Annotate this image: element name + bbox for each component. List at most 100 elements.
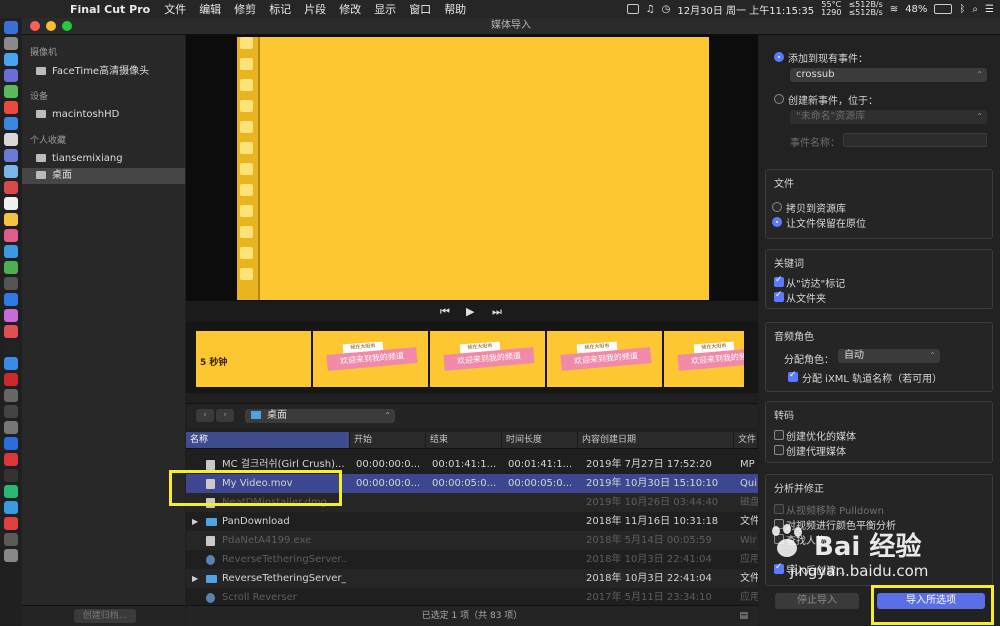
trash-icon[interactable]: [4, 549, 18, 562]
control-center-icon[interactable]: ☰: [985, 4, 994, 15]
battery-level[interactable]: 48%: [905, 4, 927, 15]
menu-trim[interactable]: 修剪: [234, 1, 256, 17]
existing-event-popup[interactable]: crossub ⌃: [790, 68, 987, 82]
dock-tv-icon[interactable]: [4, 341, 18, 354]
menu-help[interactable]: 帮助: [444, 1, 466, 17]
clock-icon[interactable]: ◷: [662, 4, 671, 15]
proxy-media-checkbox[interactable]: [774, 445, 784, 455]
dock-app-icon[interactable]: [4, 117, 18, 130]
close-icon[interactable]: [30, 21, 40, 31]
table-row[interactable]: PdaNetA4199.exe 2018年 5月14日 00:05:59 Wir: [186, 531, 758, 550]
forward-button[interactable]: ›: [216, 409, 234, 422]
dock-chrome-icon[interactable]: [4, 101, 18, 114]
dock-photos-icon[interactable]: [4, 229, 18, 242]
wifi-icon[interactable]: ≋: [890, 4, 898, 15]
leave-in-place-radio[interactable]: [772, 217, 782, 227]
display-icon[interactable]: [626, 4, 639, 14]
dock-android-icon[interactable]: [4, 85, 18, 98]
bluetooth-icon[interactable]: ᛒ: [959, 4, 965, 15]
menu-edit[interactable]: 编辑: [199, 1, 221, 17]
dock-terminal-icon[interactable]: [4, 405, 18, 418]
dock-vivaldi-icon[interactable]: [4, 373, 18, 386]
filmstrip-frame[interactable]: 5 秒钟: [196, 331, 313, 387]
dock-weibo-icon[interactable]: [4, 517, 18, 530]
from-folders-checkbox[interactable]: [774, 290, 784, 302]
dock-music-icon[interactable]: [4, 325, 18, 338]
column-file-type[interactable]: 文件: [734, 432, 758, 448]
table-row[interactable]: ReverseTetheringServer... 2018年 10月3日 22…: [186, 550, 758, 569]
dock-app-icon[interactable]: [4, 213, 18, 226]
dock-app-icon[interactable]: [4, 149, 18, 162]
music-icon[interactable]: ♫: [646, 4, 655, 15]
dock-app-icon[interactable]: [4, 245, 18, 258]
dock-app-icon[interactable]: [4, 69, 18, 82]
temp-readout[interactable]: 55°C 1290: [821, 1, 841, 17]
dock-app-icon[interactable]: [4, 501, 18, 514]
dock-finalcut-icon[interactable]: [4, 533, 18, 546]
dock-launchpad-icon[interactable]: [4, 37, 18, 50]
filmstrip-toggle-icon[interactable]: ▤: [739, 606, 748, 626]
sidebar-item-macintoshhd[interactable]: macintoshHD: [22, 107, 185, 123]
previous-icon[interactable]: ⏮: [440, 305, 450, 319]
dock-notes-icon[interactable]: [4, 197, 18, 210]
menu-modify[interactable]: 修改: [339, 1, 361, 17]
filmstrip-frame[interactable]: 我在大阳市 欢迎来到我的频道: [430, 331, 547, 387]
dock-app-icon[interactable]: [4, 293, 18, 306]
table-row[interactable]: ▶ PanDownload 2018年 11月16日 10:31:18 文件: [186, 512, 758, 531]
play-icon[interactable]: ▶: [466, 305, 474, 318]
path-popup[interactable]: 桌面 ⌃: [245, 409, 395, 423]
menu-clip[interactable]: 片段: [304, 1, 326, 17]
sidebar-item-home[interactable]: tiansemixiang: [22, 151, 185, 167]
next-icon[interactable]: ⏭: [492, 305, 502, 319]
add-existing-radio[interactable]: [774, 52, 784, 62]
filmstrip-frame[interactable]: 我在大阳市 欢迎来到我的频道: [313, 331, 430, 387]
app-menu[interactable]: Final Cut Pro: [70, 3, 150, 16]
dock-safari-icon[interactable]: [4, 53, 18, 66]
dock-calendar-icon[interactable]: [4, 181, 18, 194]
dock-app-icon[interactable]: [4, 277, 18, 290]
dock-app-icon[interactable]: [4, 421, 18, 434]
column-created-date[interactable]: 内容创建日期: [578, 432, 734, 448]
create-new-radio[interactable]: [774, 94, 784, 104]
dock-appstore-icon[interactable]: [4, 357, 18, 370]
menu-file[interactable]: 文件: [164, 1, 186, 17]
dock-app-icon[interactable]: [4, 133, 18, 146]
net-readout[interactable]: ≤512B/s ≤512B/s: [848, 1, 882, 17]
library-popup[interactable]: "未命名"资源库 ⌃: [790, 110, 987, 124]
datetime[interactable]: 12月30日 周一 上午11:15:35: [677, 2, 814, 17]
dock-app-icon[interactable]: [4, 437, 18, 450]
finder-tags-checkbox[interactable]: [774, 275, 784, 287]
dock-yandex-icon[interactable]: [4, 453, 18, 466]
zoom-icon[interactable]: [62, 21, 72, 31]
column-duration[interactable]: 时间长度: [502, 432, 578, 448]
sidebar-item-facetime-camera[interactable]: FaceTime高清摄像头: [22, 64, 185, 80]
back-button[interactable]: ‹: [196, 409, 214, 422]
dock-app-icon[interactable]: [4, 389, 18, 402]
assign-role-popup[interactable]: 自动 ⌃: [838, 349, 940, 363]
filmstrip-frame[interactable]: 我在大阳市 欢迎来到我的频道: [547, 331, 664, 387]
filmstrip-frame[interactable]: 我在大阳市 欢迎来到我的频道: [664, 331, 746, 387]
copy-to-library-radio[interactable]: [772, 202, 782, 212]
table-row[interactable]: ▶ ReverseTetheringServer_... 2018年 10月3日…: [186, 569, 758, 588]
optimized-media-checkbox[interactable]: [774, 430, 784, 440]
table-row[interactable]: Scroll Reverser 2017年 5月11日 23:34:10 应用: [186, 588, 758, 606]
create-archive-button[interactable]: 创建归档...: [74, 609, 136, 623]
search-icon[interactable]: ⌕: [972, 4, 978, 15]
dock-finder-icon[interactable]: [4, 21, 18, 34]
menu-view[interactable]: 显示: [374, 1, 396, 17]
minimize-icon[interactable]: [46, 21, 56, 31]
dock-app-icon[interactable]: [4, 469, 18, 482]
menu-window[interactable]: 窗口: [409, 1, 431, 17]
column-name[interactable]: 名称: [186, 432, 350, 448]
event-name-input[interactable]: [843, 133, 987, 147]
dock-app-icon[interactable]: [4, 165, 18, 178]
column-start[interactable]: 开始: [350, 432, 426, 448]
menu-mark[interactable]: 标记: [269, 1, 291, 17]
column-end[interactable]: 结束: [426, 432, 502, 448]
dock-messages-icon[interactable]: [4, 261, 18, 274]
ixml-checkbox[interactable]: [788, 370, 798, 382]
dock-podcasts-icon[interactable]: [4, 309, 18, 322]
dock-wechat-icon[interactable]: [4, 485, 18, 498]
battery-icon[interactable]: [934, 4, 953, 14]
sidebar-item-desktop[interactable]: 桌面: [22, 168, 185, 184]
